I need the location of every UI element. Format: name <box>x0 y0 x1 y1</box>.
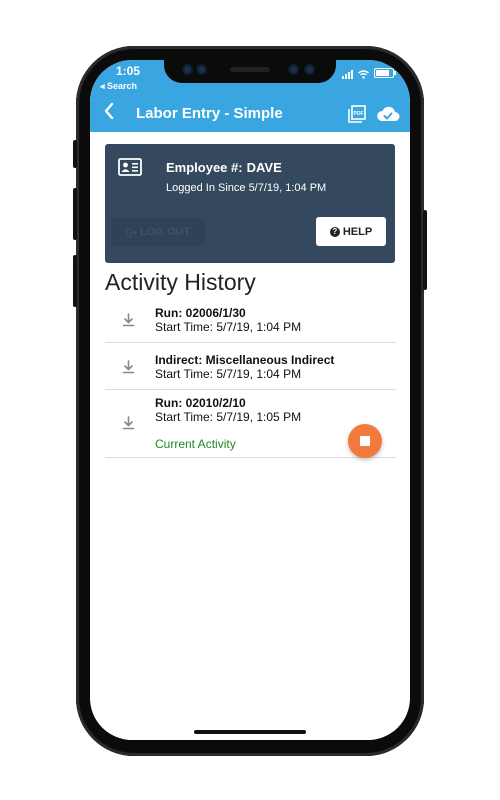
list-item[interactable]: Indirect: Miscellaneous Indirect Start T… <box>105 343 396 390</box>
sensor-icon <box>196 64 207 75</box>
download-icon <box>122 416 135 430</box>
signal-icon <box>342 70 353 79</box>
activity-start-time: Start Time: 5/7/19, 1:05 PM <box>155 410 302 424</box>
volume-down-button <box>73 255 77 307</box>
cloud-check-icon[interactable] <box>376 105 400 123</box>
battery-icon <box>374 68 396 78</box>
download-icon <box>122 313 135 327</box>
stop-icon <box>360 436 370 446</box>
employee-number: Employee #: DAVE <box>166 160 282 175</box>
svg-text:PDF: PDF <box>354 111 364 117</box>
logout-button[interactable]: LOG OUT <box>111 218 205 246</box>
wifi-icon <box>358 70 369 79</box>
power-button <box>423 210 427 290</box>
activity-start-time: Start Time: 5/7/19, 1:04 PM <box>155 320 302 334</box>
status-time: 1:05 <box>116 64 141 78</box>
id-card-icon <box>118 158 142 176</box>
page-title: Labor Entry - Simple <box>136 105 283 122</box>
chevron-left-icon <box>104 102 114 120</box>
speaker-grille <box>230 67 270 72</box>
back-button[interactable] <box>104 102 114 124</box>
sensor-icon <box>182 64 193 75</box>
home-indicator <box>194 730 306 734</box>
status-bar: 1:05 ◂ Search <box>90 60 410 96</box>
employee-id: DAVE <box>246 160 282 175</box>
help-button[interactable]: ? HELP <box>316 217 386 246</box>
logout-icon <box>125 227 137 237</box>
help-label: HELP <box>342 225 373 238</box>
list-item[interactable]: Run: 02006/1/30 Start Time: 5/7/19, 1:04… <box>105 300 396 343</box>
activity-start-time: Start Time: 5/7/19, 1:04 PM <box>155 367 302 381</box>
logged-in-since: Logged In Since 5/7/19, 1:04 PM <box>166 182 327 194</box>
question-icon: ? <box>329 226 340 237</box>
download-icon <box>122 360 135 374</box>
silent-switch <box>73 140 77 168</box>
stop-activity-button[interactable] <box>348 424 382 458</box>
camera-icon <box>304 64 315 75</box>
activity-history-title: Activity History <box>105 269 256 295</box>
nav-bar: Labor Entry - Simple PDF <box>90 96 410 132</box>
employee-card: Employee #: DAVE Logged In Since 5/7/19, … <box>105 144 395 263</box>
camera-icon <box>288 64 299 75</box>
logout-label: LOG OUT <box>139 226 191 238</box>
activity-title: Indirect: Miscellaneous Indirect <box>155 353 335 367</box>
activity-title: Run: 02006/1/30 <box>155 306 246 320</box>
volume-up-button <box>73 188 77 240</box>
pdf-icon[interactable]: PDF <box>348 105 366 123</box>
notch <box>164 60 336 83</box>
activity-title: Run: 02010/2/10 <box>155 396 246 410</box>
current-activity-label: Current Activity <box>155 437 236 451</box>
employee-number-label: Employee #: <box>166 160 243 175</box>
status-indicators <box>342 67 396 79</box>
phone-screen: 1:05 ◂ Search Labor Entry - Simple PDF E… <box>90 60 410 740</box>
back-to-search[interactable]: ◂ Search <box>100 81 137 92</box>
